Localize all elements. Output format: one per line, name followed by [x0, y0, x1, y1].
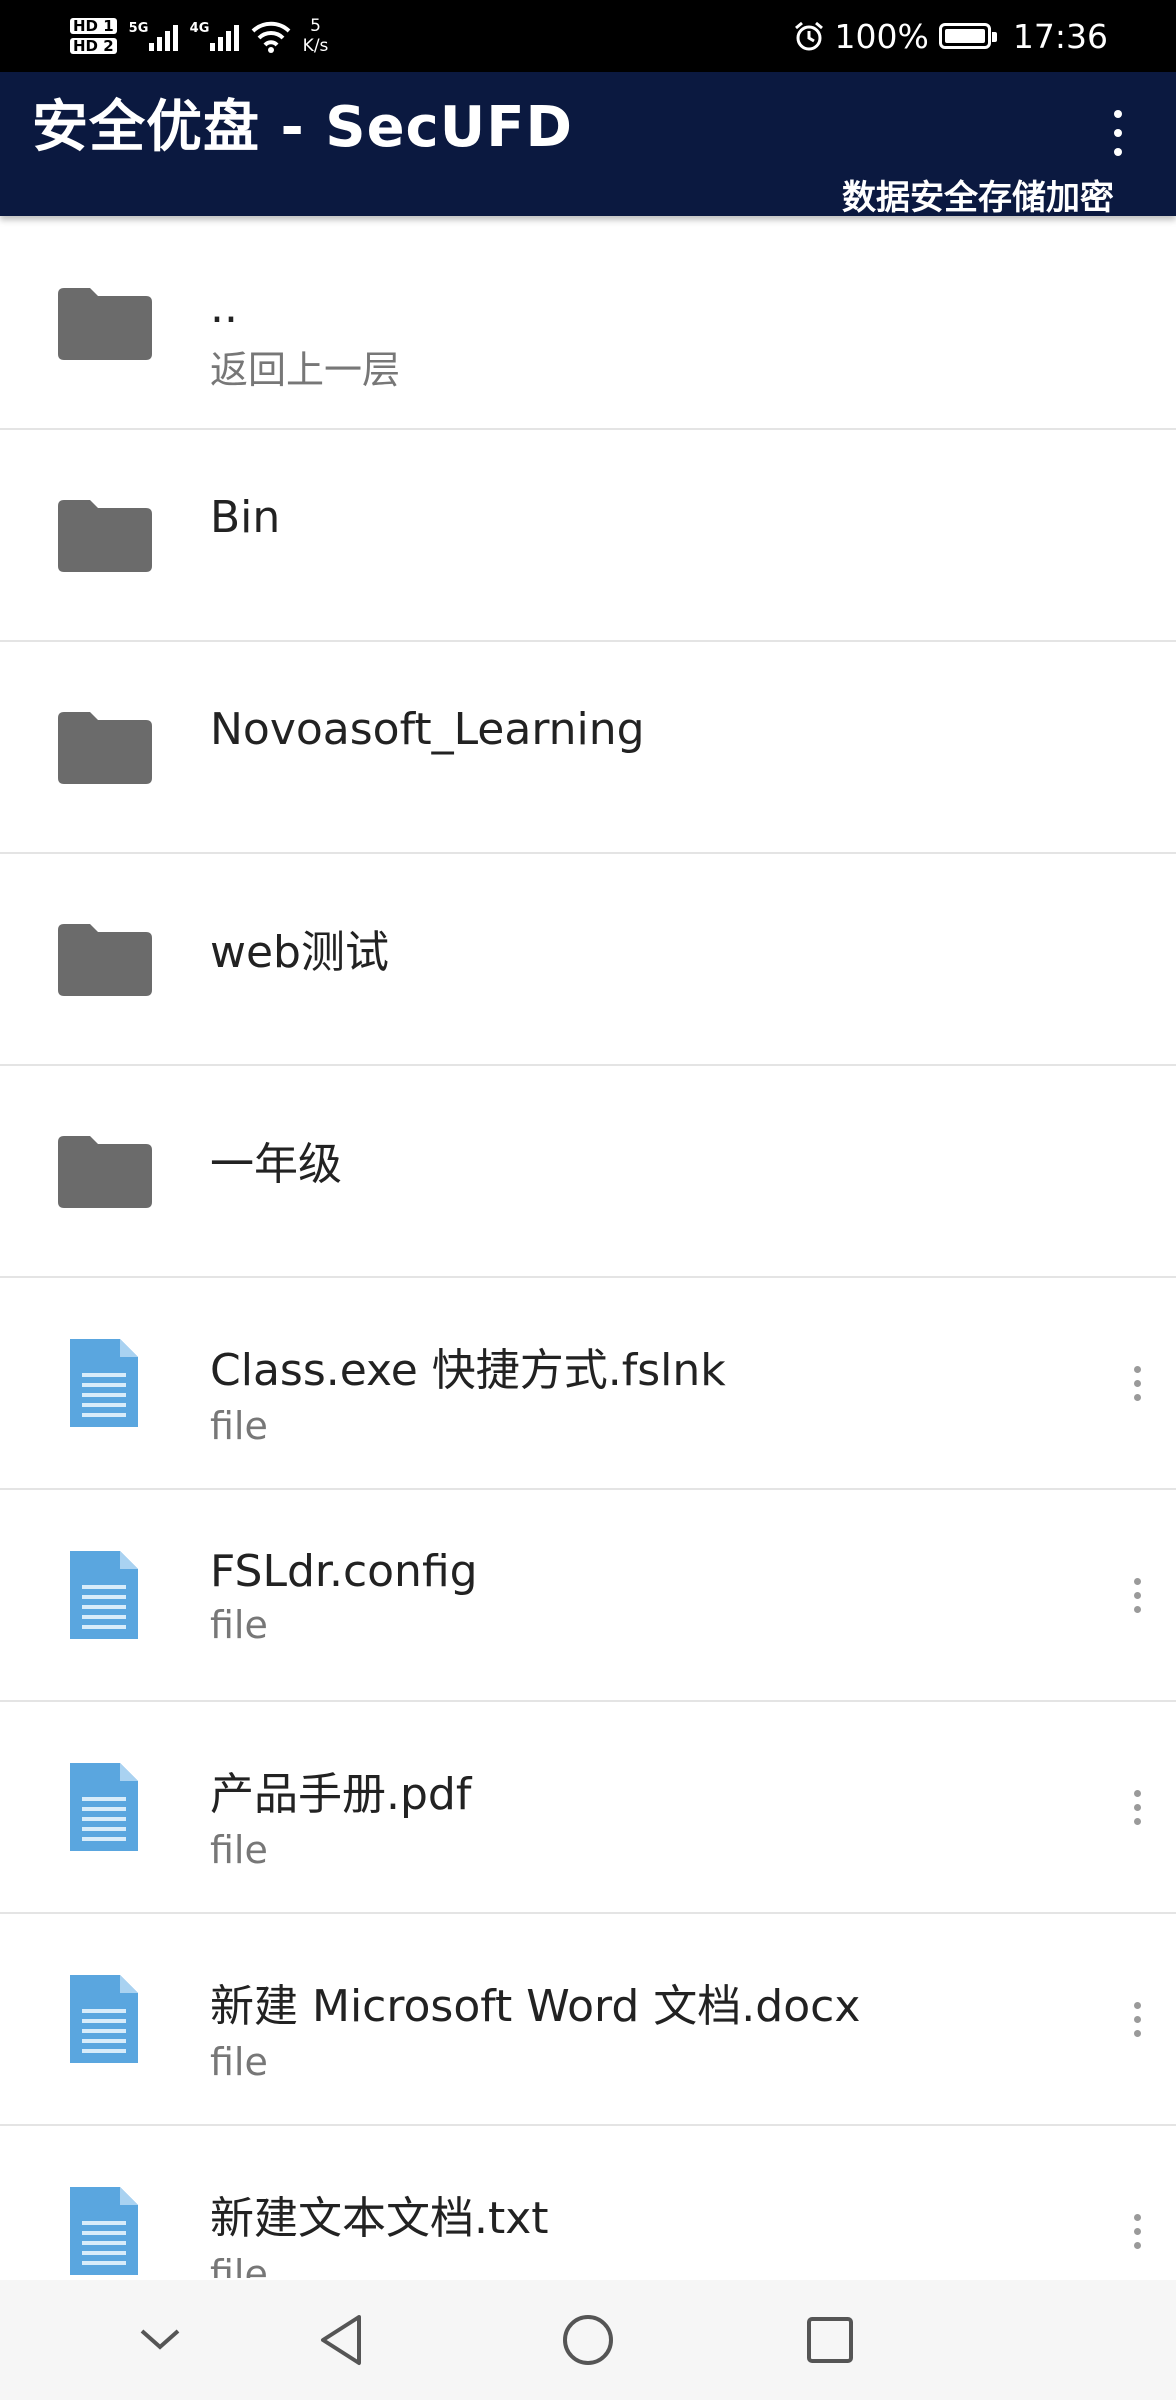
list-item-folder[interactable]: 一年级 [0, 1066, 1176, 1278]
status-bar-right: 100% 17:36 [793, 0, 1108, 72]
list-item-folder[interactable]: web测试 [0, 854, 1176, 1066]
document-icon [70, 1551, 138, 1639]
item-name: Bin [210, 492, 281, 543]
home-circle-icon[interactable] [528, 2280, 648, 2400]
list-item-file[interactable]: Class.exe 快捷方式.fslnk file [0, 1278, 1176, 1490]
list-item-file[interactable]: 产品手册.pdf file [0, 1702, 1176, 1914]
item-subtitle: file [210, 1828, 268, 1872]
alarm-icon [794, 21, 823, 51]
back-triangle-icon[interactable] [282, 2280, 402, 2400]
hd1-badge: HD 1 [70, 18, 117, 34]
network-4g-label: 4G [189, 21, 210, 36]
document-icon [70, 2187, 138, 2275]
network-5g-label: 5G [128, 21, 149, 36]
item-subtitle: file [210, 2040, 268, 2084]
item-subtitle: 返回上一层 [210, 348, 401, 392]
item-name: web测试 [210, 927, 389, 978]
more-vertical-icon[interactable] [1122, 1914, 1152, 2124]
clock: 17:36 [1012, 16, 1108, 56]
document-icon [70, 1763, 138, 1851]
speed-value: 5 [310, 16, 321, 36]
app-bar: 安全优盘 - SecUFD 数据安全存储加密 [0, 72, 1176, 218]
signal-4g-icon: 4G [190, 21, 239, 51]
document-icon [70, 1975, 138, 2063]
more-vertical-icon[interactable] [1110, 110, 1126, 156]
status-bar-left: HD 1 HD 2 5G 4G 5 K/s [70, 8, 328, 64]
hd2-badge: HD 2 [70, 38, 117, 54]
more-vertical-icon[interactable] [1122, 1278, 1152, 1488]
folder-icon [58, 924, 152, 996]
item-name: Novoasoft_Learning [210, 704, 645, 755]
wifi-icon [251, 21, 291, 53]
app-title: 安全优盘 - SecUFD [32, 95, 573, 160]
document-icon [70, 1339, 138, 1427]
signal-5g-icon: 5G [129, 21, 178, 51]
network-speed: 5 K/s [303, 16, 329, 56]
item-name: 新建文本文档.txt [210, 2193, 549, 2244]
item-subtitle: file [210, 1603, 268, 1647]
list-item-folder[interactable]: Bin [0, 430, 1176, 642]
item-name: Class.exe 快捷方式.fslnk [210, 1345, 726, 1396]
item-name: 新建 Microsoft Word 文档.docx [210, 1981, 861, 2032]
recents-square-icon[interactable] [770, 2280, 890, 2400]
hd-indicators: HD 1 HD 2 [70, 18, 117, 54]
system-nav-bar [0, 2280, 1176, 2400]
item-subtitle: file [210, 1404, 268, 1448]
item-name: 产品手册.pdf [210, 1769, 472, 1820]
list-item-parent-folder[interactable]: .. 返回上一层 [0, 218, 1176, 430]
more-vertical-icon[interactable] [1122, 1490, 1152, 1700]
item-name: FSLdr.config [210, 1546, 478, 1597]
folder-icon [58, 1136, 152, 1208]
folder-icon [58, 712, 152, 784]
speed-unit: K/s [302, 36, 329, 56]
app-subtitle: 数据安全存储加密 [842, 178, 1114, 218]
status-bar: HD 1 HD 2 5G 4G 5 K/s 100% 17:36 [0, 0, 1176, 72]
chevron-down-icon[interactable] [100, 2280, 220, 2400]
item-name: .. [210, 282, 238, 333]
list-item-file[interactable]: 新建 Microsoft Word 文档.docx file [0, 1914, 1176, 2126]
battery-percent: 100% [834, 16, 929, 56]
item-name: 一年级 [210, 1139, 342, 1190]
folder-icon [58, 288, 152, 360]
file-list: .. 返回上一层 Bin Novoasoft_Learning web测试 一年… [0, 218, 1176, 2278]
list-item-file[interactable]: FSLdr.config file [0, 1490, 1176, 1702]
folder-icon [58, 500, 152, 572]
more-vertical-icon[interactable] [1122, 1702, 1152, 1912]
list-item-folder[interactable]: Novoasoft_Learning [0, 642, 1176, 854]
item-subtitle: file [210, 2252, 268, 2278]
list-item-file[interactable]: 新建文本文档.txt file [0, 2126, 1176, 2278]
more-vertical-icon[interactable] [1122, 2126, 1152, 2278]
battery-icon [938, 23, 997, 49]
